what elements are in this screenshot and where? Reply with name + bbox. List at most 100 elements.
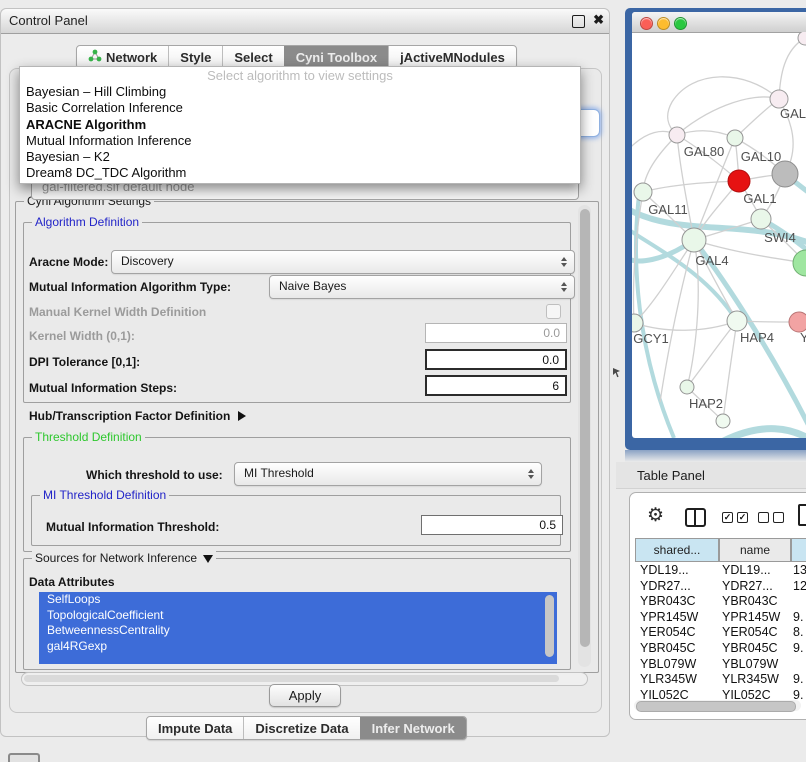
chevron-right-icon[interactable] [238,411,246,421]
hub-definition-label: Hub/Transcription Factor Definition [29,409,230,423]
attribute-item-gal4rgexp[interactable]: gal4RGexp [39,639,557,655]
node-label: GAL4 [695,253,728,268]
table-row[interactable]: YBL079WYBL079W [630,657,806,673]
node-label: SWI4 [764,230,796,245]
table-row[interactable]: YLR345WYLR345W9. [630,672,806,688]
column-header-2[interactable] [791,538,806,562]
unchecked-box-icon [758,512,769,523]
algorithm-option-bayesian-hill-climbing[interactable]: Bayesian – Hill Climbing [20,84,580,100]
network-node[interactable] [728,170,750,192]
close-icon[interactable] [593,12,604,28]
network-node[interactable] [789,312,806,332]
table-cell: YPR145W [640,610,698,626]
network-node[interactable] [680,380,694,394]
table-horizontal-scrollbar-thumb[interactable] [636,701,796,712]
table-row[interactable]: YPR145WYPR145W9. [630,610,806,626]
table-cell: 9. [793,672,803,688]
network-node[interactable] [682,228,706,252]
mi-algorithm-type-combo[interactable]: Naive Bayes [269,275,575,299]
data-attributes-list[interactable]: SelfLoopsTopologicalCoefficientBetweenne… [39,592,557,664]
table-row[interactable]: YDL19...YDL19...13 [630,563,806,579]
network-window-shadow [625,450,806,462]
attribute-item-selfloops[interactable]: SelfLoops [39,592,557,608]
spinner-arrows-icon [561,282,567,292]
tab-infer-network[interactable]: Infer Network [360,717,466,739]
tab-select[interactable]: Select [222,46,283,68]
tab-network[interactable]: Network [77,46,168,68]
node-label: GAL1 [743,191,776,206]
minimize-traffic-light-icon[interactable] [657,17,670,30]
node-label: GAL [780,106,806,121]
node-label: GAL10 [741,149,781,164]
dpi-tolerance-field[interactable]: 0.0 [425,349,567,370]
network-node[interactable] [793,250,806,276]
close-traffic-light-icon[interactable] [640,17,653,30]
apply-button[interactable]: Apply [269,684,341,707]
table-cell: YBR043C [640,594,696,610]
network-node[interactable] [798,32,806,45]
tab-cyni-toolbox[interactable]: Cyni Toolbox [284,46,388,68]
aracne-mode-combo[interactable]: Discovery [111,250,575,274]
table-cell: 9. [793,641,803,657]
zoom-traffic-light-icon[interactable] [674,17,687,30]
tab-style[interactable]: Style [168,46,222,68]
table-row[interactable]: YBR043CYBR043C [630,594,806,610]
select-all-icon[interactable] [722,512,748,523]
network-view-titlebar[interactable] [632,12,806,33]
hub-definition-toggle[interactable]: Hub/Transcription Factor Definition [29,409,246,423]
table-row[interactable]: YDR27...YDR27...12 [630,579,806,595]
export-table-icon[interactable] [798,504,806,526]
network-node[interactable] [669,127,685,143]
table-row[interactable]: YIL052CYIL052C9. [630,688,806,699]
kernel-width-field[interactable]: 0.0 [425,323,567,343]
table-cell: YER054C [722,625,778,641]
tab-label: Discretize Data [255,721,348,736]
algorithm-option-mutual-information-inference[interactable]: Mutual Information Inference [20,133,580,149]
settings-vertical-scrollbar[interactable] [578,205,591,667]
network-edge [677,97,779,135]
network-node[interactable] [751,209,771,229]
list-scrollbar-thumb[interactable] [545,595,554,657]
node-label: GCY1 [633,331,668,346]
table-horizontal-scrollbar[interactable] [634,700,801,711]
tab-jactivemnodules[interactable]: jActiveMNodules [388,46,516,68]
column-header-name[interactable]: name [719,538,791,562]
table-cell: YDL19... [640,563,689,579]
algorithm-option-dream8-dc-tdc-algorithm[interactable]: Dream8 DC_TDC Algorithm [20,165,580,181]
column-header-shared[interactable]: shared... [635,538,719,562]
table-cell: YER054C [640,625,696,641]
table-row[interactable]: YBR045CYBR045C9. [630,641,806,657]
chevron-down-icon[interactable] [203,555,213,563]
network-node[interactable] [634,183,652,201]
node-label: GAL80 [684,144,724,159]
deselect-all-icon[interactable] [758,512,784,523]
which-threshold-combo[interactable]: MI Threshold [234,462,542,486]
control-panel-titlebar[interactable]: Control Panel [1,9,609,34]
tab-impute-data[interactable]: Impute Data [147,717,243,739]
algorithm-option-basic-correlation-inference[interactable]: Basic Correlation Inference [20,100,580,116]
settings-vertical-scrollbar-thumb[interactable] [580,209,590,647]
algorithm-option-bayesian-k2[interactable]: Bayesian – K2 [20,149,580,165]
settings-gear-icon[interactable]: ⚙ [647,505,664,527]
manual-kernel-width-checkbox[interactable] [546,304,561,319]
network-node[interactable] [716,414,730,428]
network-node[interactable] [727,311,747,331]
attribute-item-betweennesscentrality[interactable]: BetweennessCentrality [39,623,557,639]
network-canvas[interactable]: GALGAL80GAL10GAL1GAL11SWI4GAL4GCY1HAP4YH… [632,32,806,438]
column-layout-icon[interactable] [685,508,706,527]
mi-steps-field[interactable]: 6 [425,375,567,396]
table-cell: YDR27... [640,579,691,595]
algorithm-option-aracne-algorithm[interactable]: ARACNE Algorithm [20,117,580,133]
table-cell: 12 [793,579,806,595]
mi-threshold-field[interactable]: 0.5 [421,515,563,535]
network-node[interactable] [727,130,743,146]
network-node[interactable] [772,161,798,187]
tab-discretize-data[interactable]: Discretize Data [243,717,359,739]
float-window-icon[interactable] [572,15,585,28]
collapsed-panel-fragment[interactable] [8,753,40,762]
which-threshold-value: MI Threshold [244,466,314,480]
settings-horizontal-scrollbar-thumb[interactable] [24,675,559,682]
aracne-mode-value: Discovery [121,254,174,268]
attribute-item-topologicalcoefficient[interactable]: TopologicalCoefficient [39,608,557,624]
table-row[interactable]: YER054CYER054C8. [630,625,806,641]
